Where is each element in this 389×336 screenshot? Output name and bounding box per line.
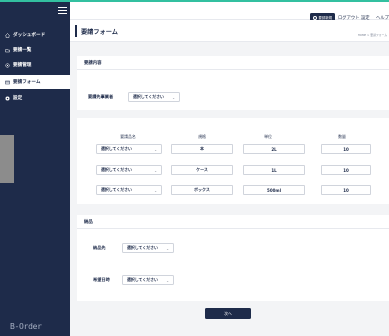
date-label: 希望日時 (93, 277, 110, 282)
quantity-input[interactable]: 10 (321, 165, 371, 175)
manage-icon (5, 62, 10, 68)
item-select[interactable]: 選択してください ⌄ (96, 185, 162, 195)
destination-label: 納品先 (93, 245, 106, 250)
side-tab (0, 135, 14, 183)
sidebar-item-label: 要請管理 (13, 63, 32, 68)
items-table-section: 要請品名 規格 単位 数量 選択してください ⌄ 本 2L 10 選択してくださ… (77, 118, 389, 204)
column-header-unit: 単位 (264, 134, 272, 139)
unit-input[interactable]: 500ml (243, 185, 305, 195)
title-bar: 要請フォーム HOME > 要請フォーム (70, 20, 389, 42)
date-select[interactable]: 選択してください ⌄ (122, 275, 174, 285)
sidebar-item-request-list[interactable]: 要請一覧 (0, 43, 70, 57)
unit-input[interactable]: 1L (243, 165, 305, 175)
form-icon (5, 80, 10, 85)
column-header-item: 要請品名 (120, 134, 136, 139)
sidebar-item-settings[interactable]: 設定 (0, 91, 70, 105)
sidebar-item-label: 設定 (13, 96, 23, 101)
next-button[interactable]: 次へ (205, 308, 251, 319)
chevron-down-icon: ⌄ (166, 278, 169, 283)
title-accent (75, 25, 77, 37)
spec-input[interactable]: 本 (171, 144, 233, 154)
breadcrumb[interactable]: HOME > 要請フォーム (358, 33, 387, 37)
sidebar-item-request-form[interactable]: 要請フォーム (0, 75, 70, 89)
supplier-label: 要請先事業者 (88, 94, 114, 99)
gear-icon (5, 96, 10, 101)
plus-circle-icon (313, 15, 317, 20)
chevron-down-icon: ⌄ (166, 246, 169, 251)
home-icon (5, 32, 10, 38)
sidebar-item-request-manage[interactable]: 要請管理 (0, 58, 70, 72)
chevron-down-icon: ⌄ (172, 95, 175, 100)
sidebar-item-label: 要請フォーム (13, 80, 41, 85)
brand-logo: B-Order (10, 322, 42, 331)
quantity-input[interactable]: 10 (321, 144, 371, 154)
spec-input[interactable]: ケース (171, 165, 233, 175)
supplier-select[interactable]: 選択してください ⌄ (128, 92, 180, 102)
delivery-section: 納品 納品先 選択してください ⌄ 希望日時 選択してください ⌄ (77, 215, 389, 301)
quantity-input[interactable]: 10 (321, 185, 371, 195)
list-icon (5, 48, 10, 53)
column-header-qty: 数量 (338, 134, 346, 139)
item-select[interactable]: 選択してください ⌄ (96, 165, 162, 175)
section-title: 要請内容 (77, 56, 389, 70)
top-bar: 要請新規 ログアウト 設定 ヘルプ (70, 0, 389, 22)
page-title: 要請フォーム (81, 29, 118, 36)
request-section: 要請内容 要請先事業者 選択してください ⌄ (77, 56, 389, 110)
chevron-down-icon: ⌄ (154, 188, 157, 193)
destination-select[interactable]: 選択してください ⌄ (122, 243, 174, 253)
chevron-down-icon: ⌄ (154, 147, 157, 152)
spec-input[interactable]: ボックス (171, 185, 233, 195)
sidebar-item-label: 要請一覧 (13, 48, 32, 53)
sidebar-item-label: ダッシュボード (13, 33, 46, 38)
chevron-down-icon: ⌄ (154, 168, 157, 173)
hamburger-menu-icon[interactable] (58, 7, 67, 14)
item-select[interactable]: 選択してください ⌄ (96, 144, 162, 154)
column-header-spec: 規格 (198, 134, 206, 139)
sidebar-item-dashboard[interactable]: ダッシュボード (0, 28, 70, 42)
section-title: 納品 (77, 215, 389, 229)
unit-input[interactable]: 2L (243, 144, 305, 154)
